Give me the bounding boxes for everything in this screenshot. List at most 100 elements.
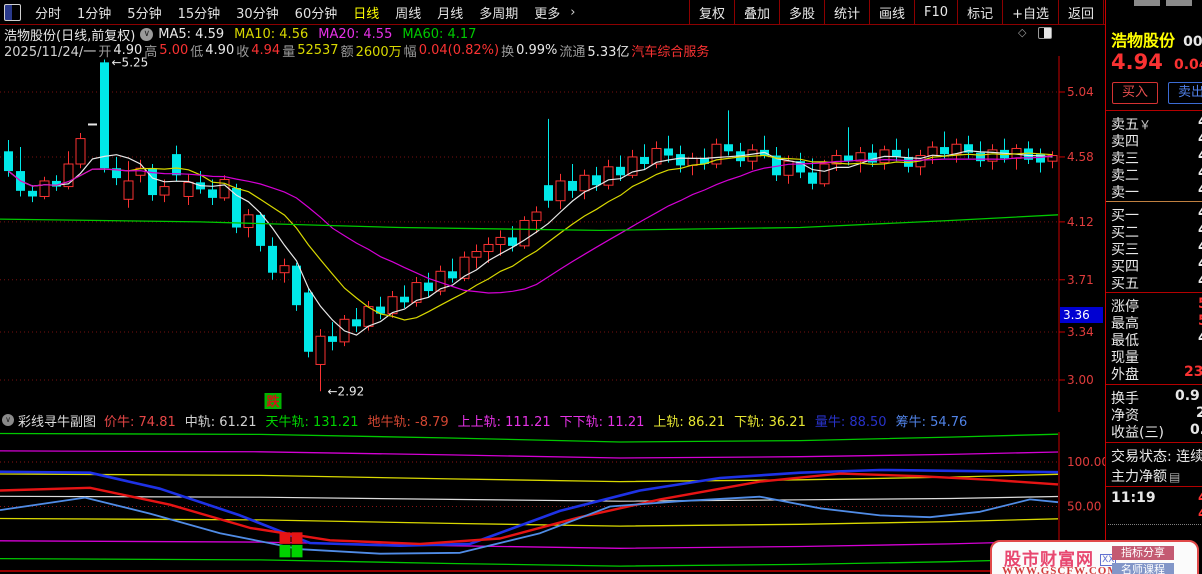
- price-axis-label: 4.12: [1067, 215, 1094, 229]
- menu-item-5[interactable]: 60分钟: [287, 3, 346, 22]
- menu-item-2[interactable]: 5分钟: [119, 3, 169, 22]
- more-arrow-icon[interactable]: ›: [568, 5, 575, 20]
- watermark-url[interactable]: WWW.GSCFW.COM: [1002, 565, 1119, 574]
- menu-item-10[interactable]: 更多: [526, 3, 568, 22]
- candle-body-down: [568, 180, 577, 191]
- time-row-0: 11:19 4.: [1111, 490, 1202, 507]
- menu-item-7[interactable]: 周线: [387, 3, 429, 22]
- candle-body-up: [159, 186, 170, 196]
- chevron-down-circle-icon[interactable]: ∨: [140, 27, 154, 41]
- split-window-icon[interactable]: [1038, 27, 1052, 39]
- quote-segment-3: 高: [144, 44, 158, 60]
- toolbar-button-3[interactable]: 统计: [824, 0, 869, 24]
- window-button-stub[interactable]: [1134, 0, 1160, 6]
- diamond-icon[interactable]: ◇: [1018, 26, 1026, 39]
- trade-status-row: 交易状态: 连续: [1111, 446, 1202, 465]
- list-icon[interactable]: ▤: [1169, 470, 1180, 484]
- toolbar-button-8[interactable]: 返回: [1057, 0, 1104, 24]
- app-window-icon[interactable]: [4, 3, 21, 21]
- candle-body-up: [219, 179, 230, 199]
- stat-row2-1[interactable]: 净资2.: [1111, 405, 1202, 424]
- toolbar-button-4[interactable]: 画线: [869, 0, 914, 24]
- buy-level-row-0[interactable]: 买一4.: [1111, 205, 1202, 224]
- status-label: 交易状态:: [1111, 449, 1177, 465]
- toolbar-button-5[interactable]: F10: [914, 0, 957, 24]
- candle-body-down: [508, 237, 517, 246]
- stat-row-3[interactable]: 现量: [1111, 347, 1202, 366]
- dotted-separator: [1108, 524, 1201, 525]
- candle-body-down: [172, 154, 181, 176]
- row-label: 卖一: [1111, 185, 1139, 201]
- sell-level-row-0[interactable]: 卖五￥4.: [1111, 114, 1202, 133]
- toolbar-button-0[interactable]: 复权: [688, 0, 734, 24]
- signal-bar-red: [279, 532, 291, 544]
- buy-button[interactable]: 买入: [1112, 82, 1158, 104]
- row-value: 4.: [1198, 182, 1202, 198]
- flow-label: 主力净额: [1111, 469, 1167, 485]
- buy-level-row-1[interactable]: 买二4.: [1111, 222, 1202, 241]
- stat-row-2[interactable]: 最低4.: [1111, 330, 1202, 349]
- sell-button[interactable]: 卖出: [1168, 82, 1202, 104]
- stat-row2-2[interactable]: 收益(三) 0.: [1111, 422, 1202, 441]
- chevron-down-circle-icon[interactable]: ∨: [2, 414, 14, 426]
- candle-body-up: [495, 236, 506, 245]
- candle-body-up: [315, 335, 326, 365]
- menu-item-1[interactable]: 1分钟: [69, 3, 119, 22]
- main-flow-row[interactable]: 主力净额 ▤: [1111, 466, 1202, 485]
- quote-segment-10: 52537: [297, 42, 339, 58]
- candle-body-up: [531, 211, 542, 221]
- candle-body-down: [448, 271, 457, 279]
- indicator-axis-label: 100.00: [1067, 455, 1105, 469]
- indicator-line-天牛轨: [0, 432, 1059, 443]
- main-candlestick-chart[interactable]: 5.04 4.58 4.12 3.71 3.34 3.00 ←5.25 ←2.92 跌 3.36: [0, 56, 1105, 412]
- quote-segment-8: 4.94: [251, 42, 281, 58]
- sell-level-row-3[interactable]: 卖二4.: [1111, 165, 1202, 184]
- ma-line-MA20: [8, 155, 1053, 294]
- quote-segment-19: 汽车综合服务: [631, 44, 710, 60]
- buy-level-row-4[interactable]: 买五 4.: [1111, 273, 1202, 292]
- menu-item-4[interactable]: 30分钟: [228, 3, 287, 22]
- toolbar-button-2[interactable]: 多股: [778, 0, 824, 24]
- status-value: 连续: [1176, 449, 1202, 465]
- quote-segment-11: 额: [340, 44, 354, 60]
- buy-level-row-2[interactable]: 买三4.: [1111, 239, 1202, 258]
- ma-field-2: MA20: 4.55: [318, 26, 393, 42]
- stat-row-1[interactable]: 最高5.: [1111, 313, 1202, 332]
- indicator-field-8: 量牛: 88.50: [814, 414, 887, 430]
- candle-body-up: [75, 138, 86, 165]
- menu-item-9[interactable]: 多周期: [471, 3, 526, 22]
- candle-body-up: [39, 180, 50, 197]
- sell-level-row-2[interactable]: 卖三4.: [1111, 148, 1202, 167]
- flat-candle: [88, 123, 97, 126]
- stat-row2-0[interactable]: 换手 0.9: [1111, 388, 1202, 407]
- stat-row-0[interactable]: 涨停5.: [1111, 296, 1202, 315]
- menu-item-8[interactable]: 月线: [429, 3, 471, 22]
- candle-body-down: [592, 175, 601, 186]
- menu-item-0[interactable]: 分时: [27, 3, 69, 22]
- indicator-line-中轨: [0, 495, 1059, 502]
- time-value: 11:19: [1111, 490, 1156, 506]
- candle-body-down: [868, 152, 877, 163]
- row-value: 0.: [1190, 422, 1202, 438]
- toolbar-button-6[interactable]: 标记: [957, 0, 1002, 24]
- candlesticks: [4, 59, 1058, 392]
- indicator-title: 彩线寻牛副图: [18, 414, 97, 430]
- buy-level-row-3[interactable]: 买四4.: [1111, 256, 1202, 275]
- ma-field-1: MA10: 4.56: [234, 26, 309, 42]
- indicator-values: 价牛: 74.81 中轨: 61.21 天牛轨: 131.21 地牛轨: -8.79 上…: [104, 411, 976, 430]
- indicator-sub-chart[interactable]: 100.00 50.00: [0, 432, 1105, 574]
- menu-item-6[interactable]: 日线: [345, 3, 387, 22]
- price-axis-label: 5.04: [1067, 85, 1094, 99]
- panel-separator: [1106, 110, 1202, 111]
- toolbar-button-7[interactable]: +自选: [1002, 0, 1058, 24]
- stat-row-4[interactable]: 外盘 23: [1111, 364, 1202, 383]
- window-button-stub[interactable]: [1166, 0, 1192, 6]
- toolbar-button-1[interactable]: 叠加: [733, 0, 779, 24]
- candle-body-up: [603, 166, 614, 186]
- menu-item-3[interactable]: 15分钟: [170, 3, 229, 22]
- quote-info-line: 2025/11/24/一 开 4.90 高 5.00 低 4.90 收 4.94 量 52…: [4, 42, 711, 60]
- sell-level-row-1[interactable]: 卖四4.: [1111, 131, 1202, 150]
- sell-level-row-4[interactable]: 卖一 4.: [1111, 182, 1202, 201]
- candle-body-down: [328, 336, 337, 342]
- quote-segment-2: 4.90: [113, 42, 143, 58]
